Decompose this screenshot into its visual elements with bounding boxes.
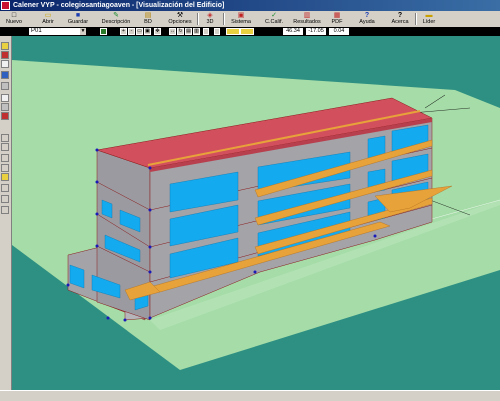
app-icon [1, 1, 10, 10]
sistema-button-label: Sistema [231, 19, 251, 25]
bd-button[interactable]: ▤ BD [138, 11, 158, 27]
chevron-down-icon: ▼ [80, 28, 86, 35]
zoom-all-icon[interactable]: ▣ [144, 28, 151, 35]
new-file-icon: □ [11, 12, 17, 19]
grid-icon[interactable] [1, 71, 9, 79]
element-icon[interactable] [1, 82, 9, 90]
coord-x-field[interactable]: 46.34 [283, 28, 303, 35]
resultados-button-label: Resultados [293, 19, 321, 25]
sistema-button[interactable]: ▣ Sistema [228, 11, 254, 27]
coord-z-field[interactable]: 0.04 [329, 28, 349, 35]
measure-icon[interactable] [1, 134, 9, 142]
floor-select[interactable]: P01 ▼ [29, 28, 86, 35]
left-toolbar [0, 36, 12, 390]
options-icon: ⚒ [176, 12, 184, 19]
status-bar [0, 390, 500, 401]
ayuda-button[interactable]: ? Ayuda [356, 11, 378, 27]
options-button[interactable]: ⚒ Opciones [166, 11, 194, 27]
circle-icon[interactable] [1, 195, 9, 203]
view-top-icon[interactable]: ▤ [185, 28, 192, 35]
rotate-icon[interactable]: ↻ [177, 28, 184, 35]
save-button[interactable]: ■ Guardar [64, 11, 92, 27]
copy-icon[interactable] [1, 94, 9, 102]
save-button-label: Guardar [67, 19, 89, 25]
move-icon[interactable]: ↔ [169, 28, 176, 35]
description-icon: ✎ [113, 12, 119, 19]
tree-icon[interactable] [100, 28, 107, 35]
undo-icon[interactable] [1, 206, 9, 214]
toolbar-separator [415, 13, 417, 25]
qualify-icon: ✓ [271, 12, 277, 19]
layer-icon[interactable] [1, 42, 9, 50]
main-toolbar: □ Nuevo ▭ Abrir ■ Guardar ✎ Descripción … [0, 11, 500, 28]
title-bar: Calener VYP - colegiosantiagoaven - [Vis… [0, 0, 500, 11]
shade-icon[interactable] [1, 173, 9, 181]
building-3d-canvas[interactable] [12, 36, 500, 390]
help-icon: ? [364, 12, 370, 19]
edit-icon[interactable] [1, 103, 9, 111]
coord-y-field[interactable]: -17.05 [306, 28, 326, 35]
open-button[interactable]: ▭ Abrir [36, 11, 60, 27]
window-icon[interactable] [1, 60, 9, 68]
lider-button-label: Líder [422, 19, 436, 25]
calif-button[interactable]: ✓ C.Calif. [262, 11, 286, 27]
pan-icon[interactable]: ✥ [154, 28, 161, 35]
acerca-button-label: Acerca [391, 19, 409, 25]
ayuda-button-label: Ayuda [359, 19, 375, 25]
database-icon: ▤ [144, 12, 152, 19]
layer-toggle-icon[interactable] [226, 28, 240, 35]
options-bar: P01 ▼ + - ▭ ▣ ✥ ↔ ↻ ▤ ▥ 46.34 -17.05 0.0… [0, 27, 500, 36]
delete-icon[interactable] [1, 112, 9, 120]
pdf-button[interactable]: ▦ PDF [328, 11, 346, 27]
pencil-icon[interactable] [1, 154, 9, 162]
wireframe-icon[interactable] [214, 28, 220, 35]
3d-button-label: 3D [206, 19, 214, 25]
results-icon: ▥ [303, 12, 311, 19]
view-front-icon[interactable]: ▥ [193, 28, 200, 35]
open-button-label: Abrir [42, 19, 54, 25]
save-disk-icon: ■ [75, 12, 81, 19]
zoom-out-icon[interactable]: - [128, 28, 135, 35]
resultados-button[interactable]: ▥ Resultados [290, 11, 324, 27]
lider-icon: ▬ [425, 12, 433, 19]
toolbar-separator [223, 13, 225, 25]
wall-icon[interactable] [1, 51, 9, 59]
lider-button[interactable]: ▬ Líder [420, 11, 438, 27]
arc-icon[interactable] [1, 184, 9, 192]
description-button-label: Descripción [101, 19, 131, 25]
description-button[interactable]: ✎ Descripción [98, 11, 134, 27]
open-folder-icon: ▭ [44, 12, 52, 19]
zoom-window-icon[interactable]: ▭ [136, 28, 143, 35]
curve-icon[interactable] [1, 164, 9, 172]
floor-select-value: P01 [31, 28, 42, 34]
layer-toggle-icon[interactable] [240, 28, 254, 35]
about-icon: ? [397, 12, 403, 19]
pdf-button-label: PDF [331, 19, 343, 25]
options-button-label: Opciones [168, 19, 192, 25]
acerca-button[interactable]: ? Acerca [388, 11, 412, 27]
new-button[interactable]: □ Nuevo [2, 11, 26, 27]
3d-view-icon: ◈ [207, 12, 213, 19]
system-icon: ▣ [237, 12, 245, 19]
toolbar-separator [197, 13, 199, 25]
line-icon[interactable] [1, 143, 9, 151]
render-mode-icon[interactable] [203, 28, 209, 35]
zoom-in-icon[interactable]: + [120, 28, 127, 35]
3d-button[interactable]: ◈ 3D [201, 11, 219, 27]
calif-button-label: C.Calif. [264, 19, 284, 25]
building-3d-viewport[interactable] [12, 36, 500, 390]
window-title: Calener VYP - colegiosantiagoaven - [Vis… [13, 2, 225, 9]
new-button-label: Nuevo [6, 19, 22, 25]
bd-button-label: BD [144, 19, 152, 25]
pdf-icon: ▦ [333, 12, 341, 19]
